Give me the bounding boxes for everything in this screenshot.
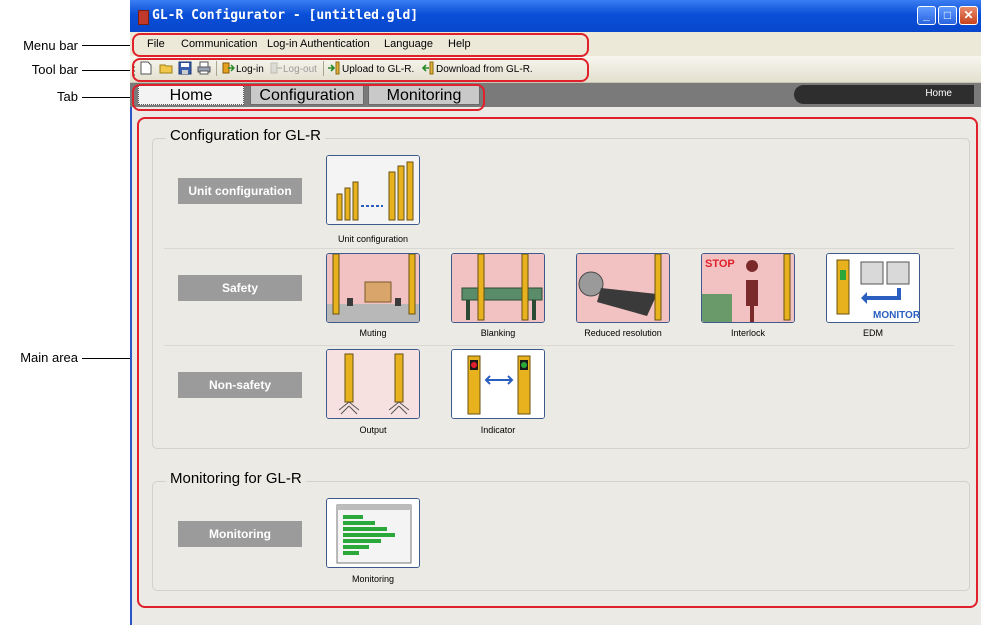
main-area-highlight <box>137 117 978 608</box>
minimize-button[interactable]: _ <box>917 6 936 25</box>
tool-bar-callout: Tool bar <box>31 62 78 77</box>
title-bar[interactable]: GL-R Configurator - [untitled.gld] _ □ ✕ <box>130 0 981 32</box>
window-title: GL-R Configurator - [untitled.gld] <box>152 8 419 23</box>
breadcrumb: Home <box>794 85 974 104</box>
maximize-button[interactable]: □ <box>938 6 957 25</box>
close-button[interactable]: ✕ <box>959 6 978 25</box>
menu-bar-callout: Menu bar <box>23 38 78 53</box>
breadcrumb-label: Home <box>925 88 952 99</box>
close-icon: ✕ <box>963 8 974 22</box>
menu-bar-highlight <box>132 33 589 57</box>
minimize-icon: _ <box>923 8 930 22</box>
app-window: GL-R Configurator - [untitled.gld] _ □ ✕… <box>130 0 981 625</box>
window-left-border <box>130 107 132 625</box>
tab-callout: Tab <box>57 89 78 104</box>
tool-bar-highlight <box>132 58 589 82</box>
maximize-icon: □ <box>943 8 952 22</box>
tab-callout-line <box>82 97 136 98</box>
app-icon <box>138 10 149 25</box>
menu-bar-callout-line <box>82 45 136 46</box>
tab-highlight <box>132 84 485 111</box>
main-area-callout: Main area <box>20 350 78 365</box>
tool-bar-callout-line <box>82 70 136 71</box>
